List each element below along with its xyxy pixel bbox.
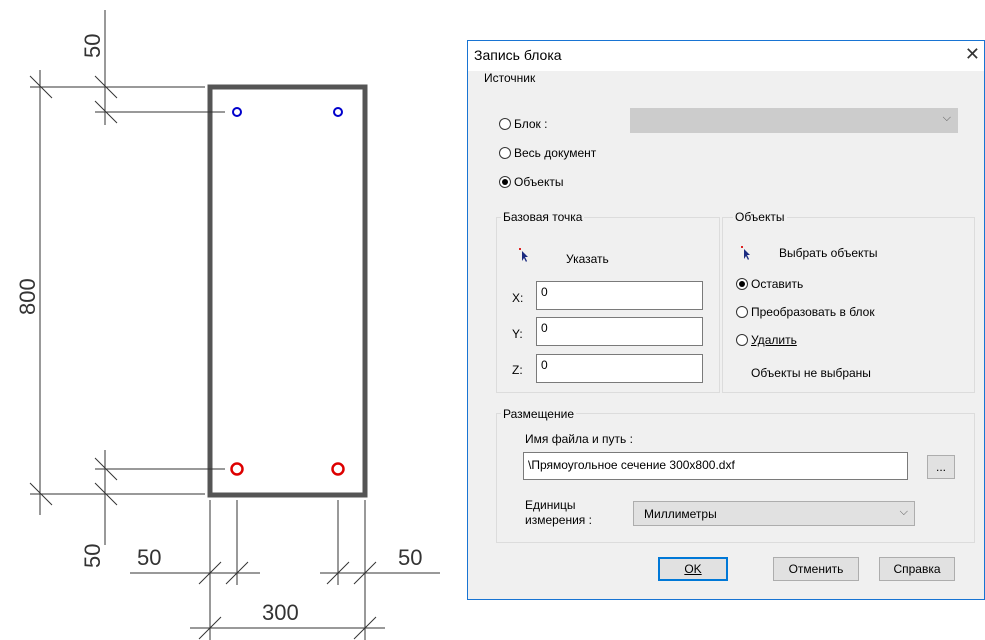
radio-delete[interactable]: Удалить bbox=[736, 333, 797, 347]
file-path-field[interactable]: \Прямоугольное сечение 300x800.dxf bbox=[523, 452, 908, 480]
radio-convert-circle[interactable] bbox=[736, 306, 748, 318]
source-group-label: Источник bbox=[482, 71, 538, 85]
pick-point-icon[interactable] bbox=[518, 248, 530, 262]
radio-delete-circle[interactable] bbox=[736, 334, 748, 346]
units-select-value: Миллиметры bbox=[644, 507, 717, 521]
radio-block-label: Блок : bbox=[514, 117, 548, 131]
radio-whole-document[interactable]: Весь документ bbox=[499, 146, 596, 160]
ok-button-label: OK bbox=[684, 562, 702, 576]
radio-whole-document-label: Весь документ bbox=[514, 146, 597, 160]
browse-button[interactable]: ... bbox=[927, 455, 955, 479]
dim-bottom-50: 50 bbox=[80, 544, 105, 568]
radio-keep-label: Оставить bbox=[751, 277, 804, 291]
z-label: Z: bbox=[512, 363, 523, 377]
dim-height-800: 800 bbox=[15, 278, 40, 315]
radio-block-circle[interactable] bbox=[499, 118, 511, 130]
chevron-down-icon: ⌵ bbox=[899, 506, 908, 518]
dialog-title: Запись блока bbox=[474, 47, 562, 63]
select-objects-button[interactable]: Выбрать объекты bbox=[779, 246, 878, 260]
path-label: Имя файла и путь : bbox=[525, 432, 633, 446]
dim-top-50: 50 bbox=[80, 34, 105, 58]
close-icon[interactable]: ✕ bbox=[965, 44, 980, 65]
objects-status: Объекты не выбраны bbox=[751, 366, 871, 380]
units-label-line1: Единицы bbox=[525, 498, 576, 512]
radio-block[interactable]: Блок : bbox=[499, 117, 547, 131]
radio-whole-document-circle[interactable] bbox=[499, 147, 511, 159]
radio-convert-to-block[interactable]: Преобразовать в блок bbox=[736, 305, 875, 319]
radio-keep-circle[interactable] bbox=[736, 278, 748, 290]
title-bar[interactable]: Запись блока ✕ bbox=[468, 41, 984, 71]
rebar-top-right bbox=[333, 107, 343, 117]
y-field[interactable]: 0 bbox=[536, 317, 703, 346]
write-block-dialog: Запись блока ✕ Источник Блок : ⌵ Весь до… bbox=[467, 40, 985, 600]
x-label: X: bbox=[512, 291, 524, 305]
base-point-group-label: Базовая точка bbox=[501, 210, 585, 224]
units-select[interactable]: Миллиметры ⌵ bbox=[633, 501, 915, 526]
units-label-line2: измерения : bbox=[525, 513, 592, 527]
section-outline bbox=[207, 84, 368, 498]
pick-point-button[interactable]: Указать bbox=[566, 252, 609, 266]
dim-left-inset-50: 50 bbox=[137, 545, 161, 570]
rebar-top-left bbox=[232, 107, 242, 117]
block-select[interactable]: ⌵ bbox=[630, 108, 958, 133]
placement-group-label: Размещение bbox=[501, 407, 576, 421]
cancel-button-label: Отменить bbox=[788, 562, 844, 576]
chevron-down-icon: ⌵ bbox=[942, 112, 951, 124]
rebar-bottom-left bbox=[230, 462, 244, 476]
radio-delete-label: Удалить bbox=[751, 333, 797, 347]
select-objects-icon[interactable] bbox=[740, 246, 752, 260]
radio-objects-label: Объекты bbox=[514, 175, 564, 189]
help-button-label: Справка bbox=[893, 562, 941, 576]
radio-objects-circle[interactable] bbox=[499, 176, 511, 188]
dim-width-300: 300 bbox=[262, 600, 299, 625]
help-button[interactable]: Справка bbox=[879, 557, 955, 581]
z-field[interactable]: 0 bbox=[536, 354, 703, 383]
cancel-button[interactable]: Отменить bbox=[773, 557, 859, 581]
objects-group-label: Объекты bbox=[733, 210, 787, 224]
cad-drawing: 50 800 50 50 50 300 bbox=[15, 10, 440, 640]
rebar-bottom-right bbox=[331, 462, 345, 476]
x-field[interactable]: 0 bbox=[536, 281, 703, 310]
radio-objects[interactable]: Объекты bbox=[499, 175, 564, 189]
ok-button[interactable]: OK bbox=[658, 557, 728, 581]
radio-convert-label: Преобразовать в блок bbox=[751, 305, 875, 319]
y-label: Y: bbox=[512, 327, 523, 341]
radio-keep[interactable]: Оставить bbox=[736, 277, 803, 291]
dim-right-inset-50: 50 bbox=[398, 545, 422, 570]
